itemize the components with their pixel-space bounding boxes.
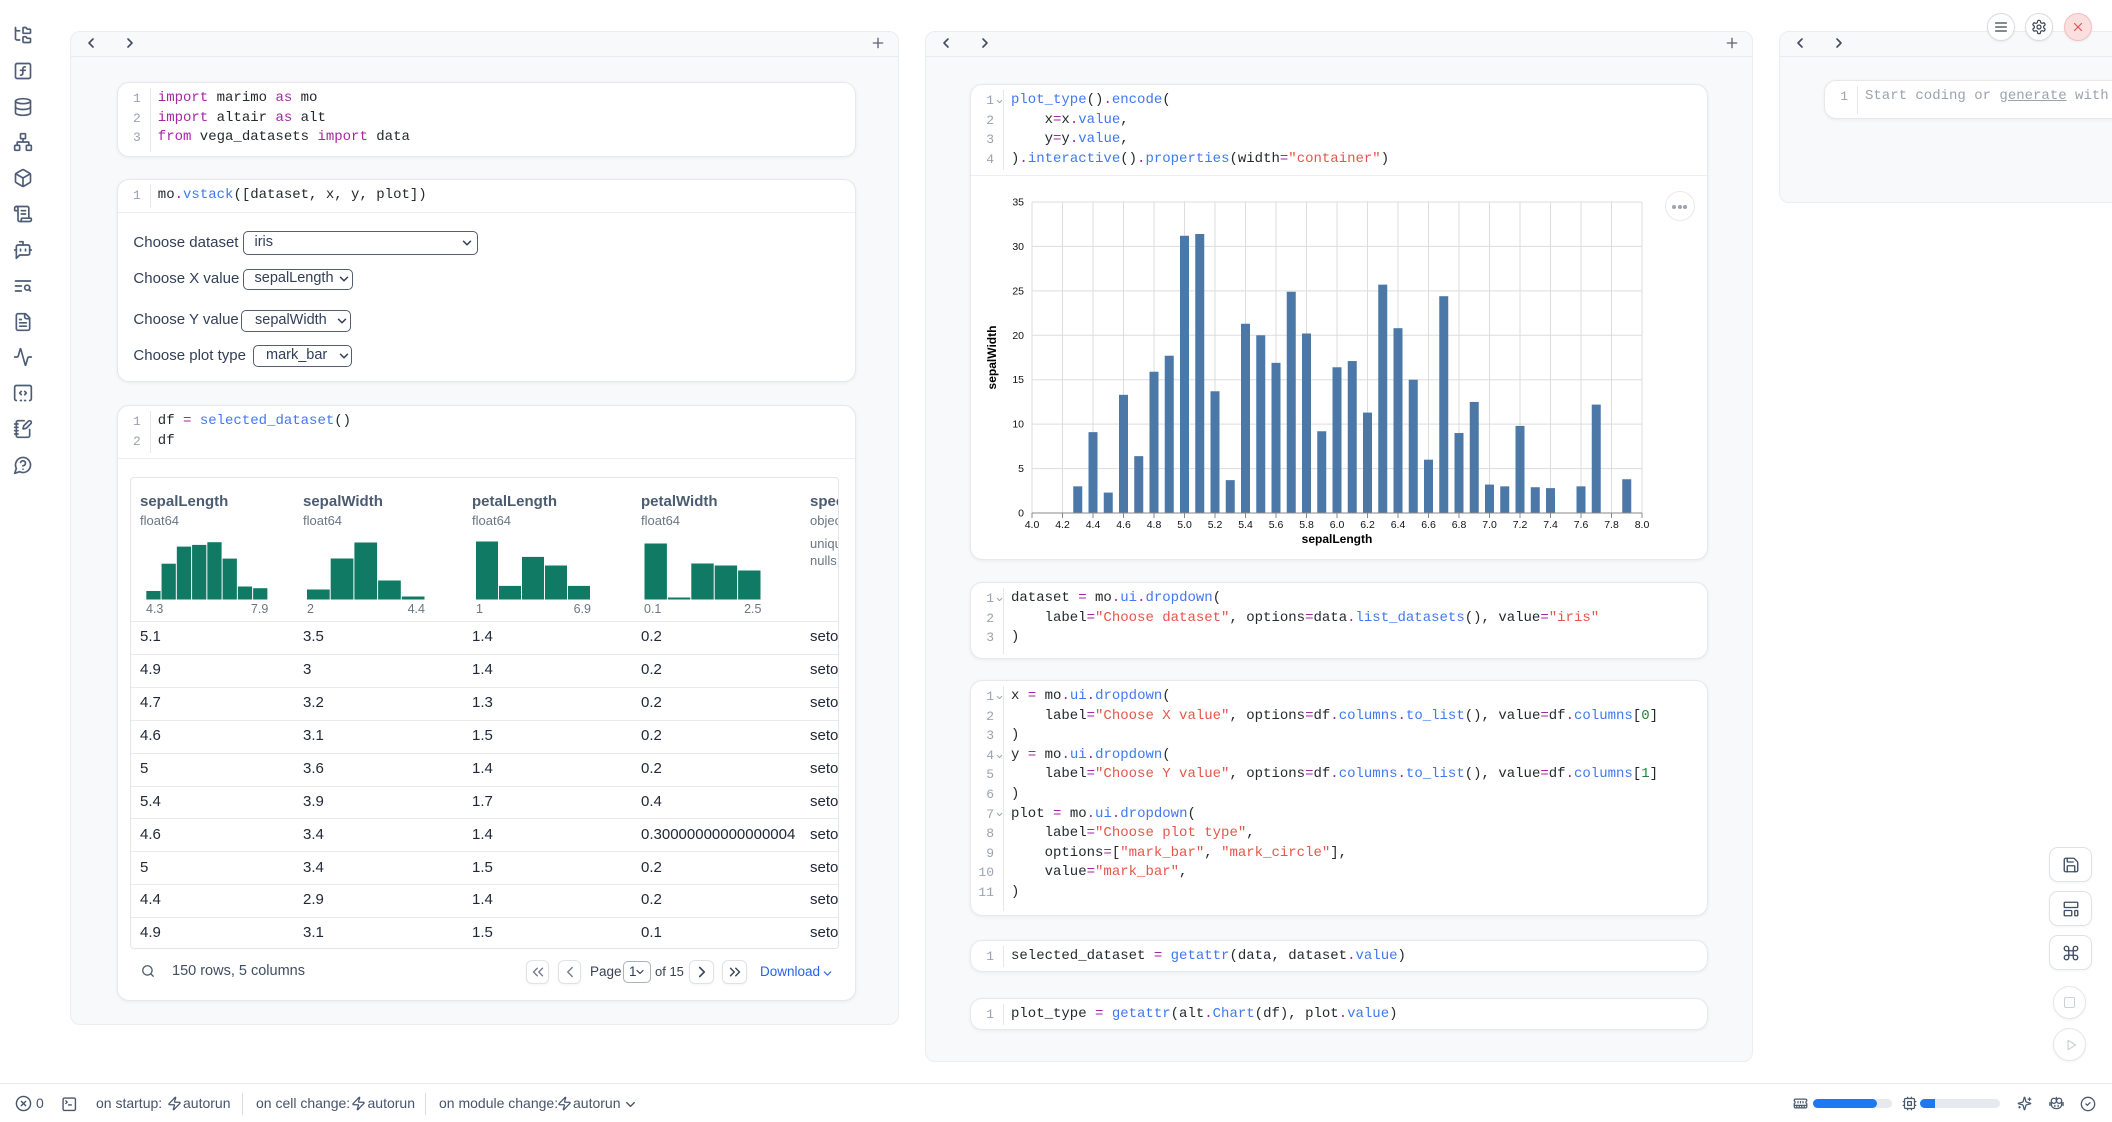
svg-text:5.6: 5.6	[1269, 519, 1284, 531]
svg-text:25: 25	[1012, 285, 1024, 297]
svg-text:7.2: 7.2	[1513, 519, 1528, 531]
svg-text:30: 30	[1012, 241, 1024, 253]
svg-text:sepalWidth: sepalWidth	[985, 326, 999, 390]
svg-text:4.6: 4.6	[1116, 519, 1131, 531]
svg-text:5.2: 5.2	[1208, 519, 1223, 531]
svg-text:35: 35	[1012, 197, 1024, 209]
svg-text:5.0: 5.0	[1177, 519, 1192, 531]
svg-text:7.6: 7.6	[1574, 519, 1589, 531]
svg-text:20: 20	[1012, 330, 1024, 342]
svg-text:6.8: 6.8	[1452, 519, 1467, 531]
svg-text:8.0: 8.0	[1635, 519, 1650, 531]
svg-text:7.4: 7.4	[1543, 519, 1558, 531]
svg-text:4.0: 4.0	[1025, 519, 1040, 531]
svg-text:7.0: 7.0	[1482, 519, 1497, 531]
svg-text:5: 5	[1018, 463, 1024, 475]
svg-text:5.8: 5.8	[1299, 519, 1314, 531]
svg-text:6.4: 6.4	[1391, 519, 1406, 531]
svg-text:6.6: 6.6	[1421, 519, 1436, 531]
svg-text:6.2: 6.2	[1360, 519, 1375, 531]
svg-text:6.0: 6.0	[1330, 519, 1345, 531]
svg-text:4.2: 4.2	[1055, 519, 1070, 531]
svg-text:4.4: 4.4	[1086, 519, 1101, 531]
svg-text:sepalLength: sepalLength	[1302, 532, 1373, 546]
svg-text:5.4: 5.4	[1238, 519, 1253, 531]
svg-text:0: 0	[1018, 508, 1024, 520]
svg-text:4.8: 4.8	[1147, 519, 1162, 531]
svg-text:10: 10	[1012, 419, 1024, 431]
svg-text:15: 15	[1012, 374, 1024, 386]
svg-text:7.8: 7.8	[1604, 519, 1619, 531]
